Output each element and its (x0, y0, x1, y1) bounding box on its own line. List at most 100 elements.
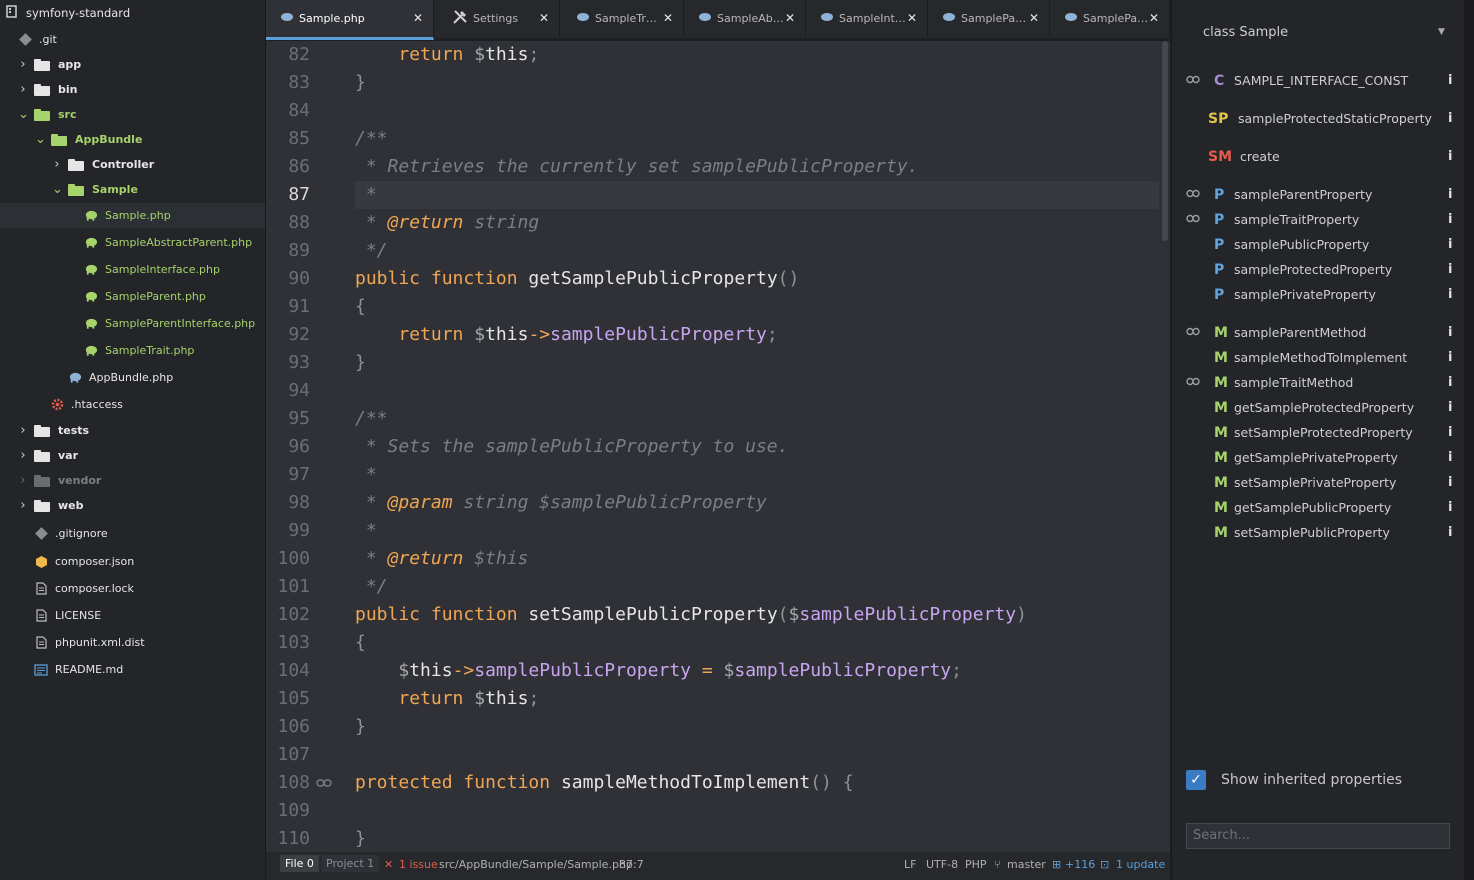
info-icon[interactable]: i (1448, 73, 1452, 88)
info-icon[interactable]: i (1448, 212, 1452, 227)
tab-sample-abstract[interactable]: SampleAb… ✕ (684, 0, 806, 36)
info-icon[interactable]: i (1448, 450, 1452, 465)
close-icon[interactable]: ✕ (413, 11, 423, 25)
tree-item[interactable]: › web (0, 493, 265, 518)
tab-sample-interface[interactable]: SampleInt… ✕ (806, 0, 928, 36)
info-icon[interactable]: i (1448, 500, 1452, 515)
outline-item[interactable]: MgetSamplePublicProperty i (1172, 497, 1465, 521)
code-editor[interactable]: 82 83 84 85 86 87 88 89 90 91 92 93 94 95 96 97 98 99 100 1… (266, 41, 1170, 852)
outline-item[interactable]: PsamplePublicProperty i (1172, 234, 1465, 258)
tree-item[interactable]: SampleTrait.php (0, 338, 265, 363)
tree-item[interactable]: SampleAbstractParent.php (0, 230, 265, 255)
chevron-down-icon[interactable]: ⌄ (52, 182, 63, 197)
tree-item[interactable]: SampleParent.php (0, 284, 265, 309)
info-icon[interactable]: i (1448, 375, 1452, 390)
tree-item[interactable]: › bin (0, 77, 265, 102)
info-icon[interactable]: i (1448, 350, 1452, 365)
tab-sample-php[interactable]: Sample.php ✕ (266, 0, 434, 40)
chevron-right-icon[interactable]: › (18, 498, 28, 513)
tree-item[interactable]: › Controller (0, 152, 265, 177)
close-icon[interactable]: ✕ (663, 11, 673, 25)
tree-item[interactable]: › app (0, 52, 265, 77)
outline-class-title[interactable]: class Sample (1203, 25, 1288, 40)
outline-item[interactable]: MgetSamplePrivateProperty i (1172, 447, 1465, 471)
chevron-down-icon[interactable]: ⌄ (18, 107, 29, 122)
outline-item[interactable]: PsampleProtectedProperty i (1172, 259, 1465, 283)
status-grammar[interactable]: PHP (965, 858, 987, 871)
status-encoding[interactable]: UTF-8 (926, 858, 958, 871)
tree-item[interactable]: SampleParentInterface.php (0, 311, 265, 336)
tree-item[interactable]: README.md (0, 657, 265, 682)
tree-item[interactable]: .htaccess (0, 392, 265, 417)
close-icon[interactable]: ✕ (1029, 11, 1039, 25)
info-icon[interactable]: i (1448, 525, 1452, 540)
outline-item[interactable]: MsetSamplePublicProperty i (1172, 522, 1465, 546)
info-icon[interactable]: i (1448, 400, 1452, 415)
chevron-down-icon[interactable]: ⌄ (35, 132, 46, 147)
status-path[interactable]: src/AppBundle/Sample/Sample.php (439, 858, 633, 871)
outline-item[interactable]: C SAMPLE_INTERFACE_CONST i (1172, 70, 1465, 94)
outline-item[interactable]: SM create i (1172, 146, 1465, 170)
info-icon[interactable]: i (1448, 325, 1452, 340)
tree-item[interactable]: SampleInterface.php (0, 257, 265, 282)
tree-item[interactable]: LICENSE (0, 603, 265, 628)
status-branch[interactable]: master (1007, 858, 1046, 871)
status-updates[interactable]: 1 update (1116, 858, 1165, 871)
tree-item[interactable]: .gitignore (0, 521, 265, 546)
status-issues[interactable]: 1 issue (399, 858, 438, 871)
chevron-right-icon[interactable]: › (18, 448, 28, 463)
status-file-tab[interactable]: File 0 (280, 855, 319, 872)
chevron-right-icon[interactable]: › (18, 57, 28, 72)
info-icon[interactable]: i (1448, 187, 1452, 202)
status-diff[interactable]: +116 (1065, 858, 1095, 871)
outline-item[interactable]: SP sampleProtectedStaticProperty i (1172, 108, 1465, 132)
close-icon[interactable]: ✕ (1149, 11, 1159, 25)
outline-item[interactable]: PsampleParentProperty i (1172, 184, 1465, 208)
outline-item[interactable]: PsampleTraitProperty i (1172, 209, 1465, 233)
info-icon[interactable]: i (1448, 149, 1452, 164)
outline-search-input[interactable]: Search... (1186, 823, 1450, 849)
tree-item[interactable]: composer.json (0, 549, 265, 574)
tree-item[interactable]: › tests (0, 418, 265, 443)
tab-settings[interactable]: Settings ✕ (438, 0, 560, 36)
outline-item[interactable]: MsetSamplePrivateProperty i (1172, 472, 1465, 496)
outline-item[interactable]: MsampleParentMethod i (1172, 322, 1465, 346)
tab-sample-trait[interactable]: SampleTr… ✕ (562, 0, 684, 36)
show-inherited-checkbox[interactable]: ✓ (1186, 770, 1206, 790)
close-icon[interactable]: ✕ (539, 11, 549, 25)
chevron-right-icon[interactable]: › (18, 423, 28, 438)
outline-item[interactable]: MsampleTraitMethod i (1172, 372, 1465, 396)
outline-item[interactable]: MgetSampleProtectedProperty i (1172, 397, 1465, 421)
tree-item[interactable]: › var (0, 443, 265, 468)
info-icon[interactable]: i (1448, 237, 1452, 252)
tab-sample-parent[interactable]: SamplePa… ✕ (928, 0, 1050, 36)
status-cursor[interactable]: 87:7 (619, 858, 644, 871)
chevron-right-icon[interactable]: › (18, 82, 28, 97)
tree-item[interactable]: composer.lock (0, 576, 265, 601)
status-eol[interactable]: LF (904, 858, 916, 871)
status-project-tab[interactable]: Project 1 (321, 855, 380, 872)
close-icon[interactable]: ✕ (907, 11, 917, 25)
tree-item[interactable]: ⌄ Sample (0, 177, 265, 202)
info-icon[interactable]: i (1448, 475, 1452, 490)
tab-sample-parent-interface[interactable]: SamplePa… ✕ (1050, 0, 1170, 36)
info-icon[interactable]: i (1448, 425, 1452, 440)
outline-item[interactable]: MsampleMethodToImplement i (1172, 347, 1465, 371)
tree-item[interactable]: ⌄ AppBundle (0, 127, 265, 152)
tree-item[interactable]: .git (0, 27, 265, 52)
info-icon[interactable]: i (1448, 287, 1452, 302)
tree-item[interactable]: › vendor (0, 468, 265, 493)
project-root[interactable]: symfony-standard (6, 4, 130, 22)
outline-item[interactable]: PsamplePrivateProperty i (1172, 284, 1465, 308)
info-icon[interactable]: i (1448, 111, 1452, 126)
editor-scrollbar[interactable] (1162, 41, 1168, 241)
chevron-down-icon[interactable]: ▼ (1438, 27, 1445, 37)
close-icon[interactable]: ✕ (785, 11, 795, 25)
info-icon[interactable]: i (1448, 262, 1452, 277)
tree-item[interactable]: Sample.php (0, 203, 265, 228)
tree-item[interactable]: ⌄ src (0, 102, 265, 127)
tree-item[interactable]: AppBundle.php (0, 365, 265, 390)
outline-item[interactable]: MsetSampleProtectedProperty i (1172, 422, 1465, 446)
chevron-right-icon[interactable]: › (52, 157, 62, 172)
chevron-right-icon[interactable]: › (18, 473, 28, 488)
